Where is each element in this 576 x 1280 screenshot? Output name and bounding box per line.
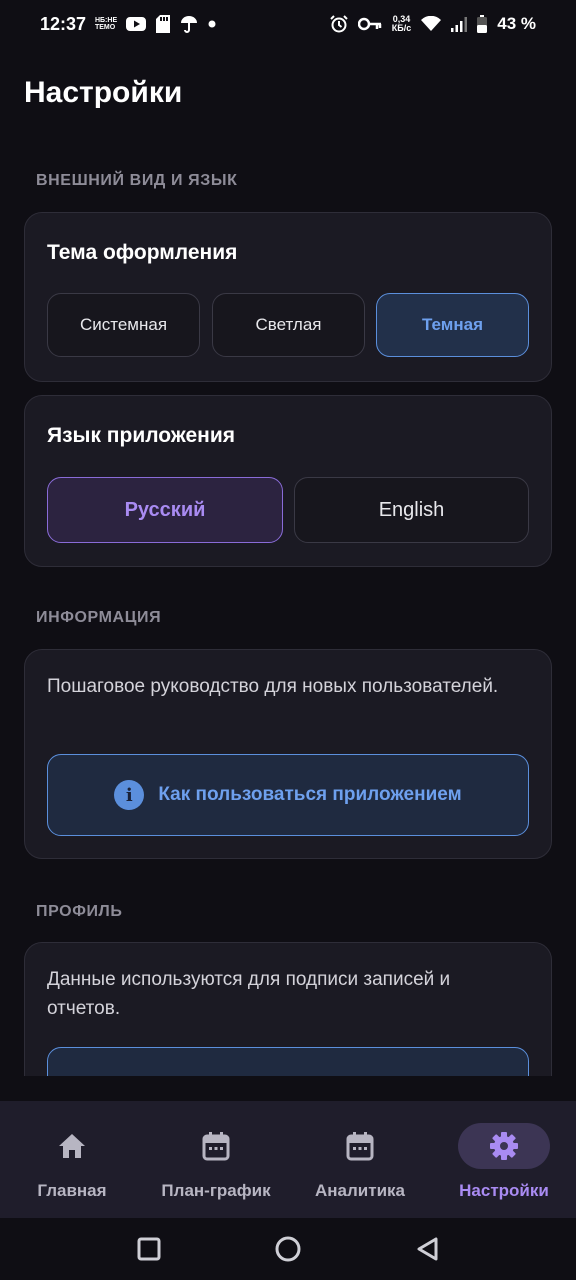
nav-label-schedule: План-график — [161, 1181, 271, 1200]
settings-screen: 12:37 НБ:НЕ ТЕМО 0,34 КБ/с 43 % Настройк… — [0, 0, 576, 1280]
network-speed-indicator: 0,34 КБ/с — [391, 14, 412, 33]
theme-card-title: Тема оформления — [47, 241, 238, 264]
section-label-appearance: ВНЕШНИЙ ВИД И ЯЗЫК — [36, 172, 238, 189]
how-to-use-button[interactable]: i Как пользоваться приложением — [47, 754, 529, 836]
theme-card: Тема оформления Системная Светлая Темная — [24, 212, 552, 382]
weather-notification-icon: НБ:НЕ ТЕМО — [94, 17, 118, 31]
more-notifications-dot-icon — [208, 20, 216, 28]
language-card: Язык приложения Русский English — [24, 395, 552, 567]
back-button[interactable] — [407, 1229, 447, 1269]
guide-description: Пошаговое руководство для новых пользова… — [47, 676, 499, 697]
gear-icon — [490, 1132, 518, 1160]
nav-item-settings[interactable]: Настройки — [432, 1101, 576, 1218]
nav-label-settings: Настройки — [459, 1181, 549, 1200]
home-circle-icon — [275, 1236, 301, 1262]
how-to-use-label: Как пользоваться приложением — [158, 784, 462, 805]
status-time: 12:37 — [40, 13, 87, 34]
profile-edit-button[interactable] — [47, 1047, 529, 1076]
calendar-icon — [346, 1132, 374, 1161]
recent-apps-button[interactable] — [129, 1229, 169, 1269]
section-label-profile: ПРОФИЛЬ — [36, 903, 123, 920]
bottom-navigation: Главная План-график Аналитика Настройки — [0, 1101, 576, 1218]
section-label-info: ИНФОРМАЦИЯ — [36, 609, 162, 626]
theme-option-dark[interactable]: Темная — [376, 293, 529, 357]
wifi-icon — [421, 16, 442, 32]
battery-percent: 43 % — [497, 14, 536, 33]
system-navigation-bar — [0, 1218, 576, 1280]
umbrella-icon — [180, 15, 198, 33]
nav-label-home: Главная — [37, 1181, 107, 1200]
back-triangle-icon — [417, 1237, 438, 1261]
home-icon — [59, 1134, 85, 1158]
status-bar: 12:37 НБ:НЕ ТЕМО 0,34 КБ/с 43 % — [0, 0, 576, 48]
theme-option-system[interactable]: Системная — [47, 293, 200, 357]
nav-item-schedule[interactable]: План-график — [144, 1101, 288, 1218]
nav-label-analytics: Аналитика — [315, 1181, 405, 1200]
cellular-signal-icon — [451, 16, 468, 32]
language-card-title: Язык приложения — [47, 424, 235, 447]
profile-description: Данные используются для подписи записей … — [47, 969, 451, 1019]
vpn-key-icon — [357, 17, 382, 31]
info-card: Пошаговое руководство для новых пользова… — [24, 649, 552, 859]
theme-option-light[interactable]: Светлая — [212, 293, 365, 357]
nav-item-home[interactable]: Главная — [0, 1101, 144, 1218]
youtube-icon — [126, 17, 147, 31]
info-icon: i — [114, 780, 145, 810]
language-option-english[interactable]: English — [294, 477, 529, 543]
recents-square-icon — [137, 1237, 161, 1261]
home-system-button[interactable] — [268, 1229, 308, 1269]
settings-content[interactable]: Настройки ВНЕШНИЙ ВИД И ЯЗЫК Тема оформл… — [0, 48, 576, 1076]
page-title: Настройки — [24, 76, 183, 109]
sd-card-icon — [156, 15, 171, 33]
language-option-russian[interactable]: Русский — [47, 477, 283, 543]
battery-icon — [477, 15, 488, 33]
calendar-icon — [202, 1132, 230, 1161]
profile-card: Данные используются для подписи записей … — [24, 942, 552, 1076]
alarm-icon — [330, 15, 348, 33]
nav-item-analytics[interactable]: Аналитика — [288, 1101, 432, 1218]
